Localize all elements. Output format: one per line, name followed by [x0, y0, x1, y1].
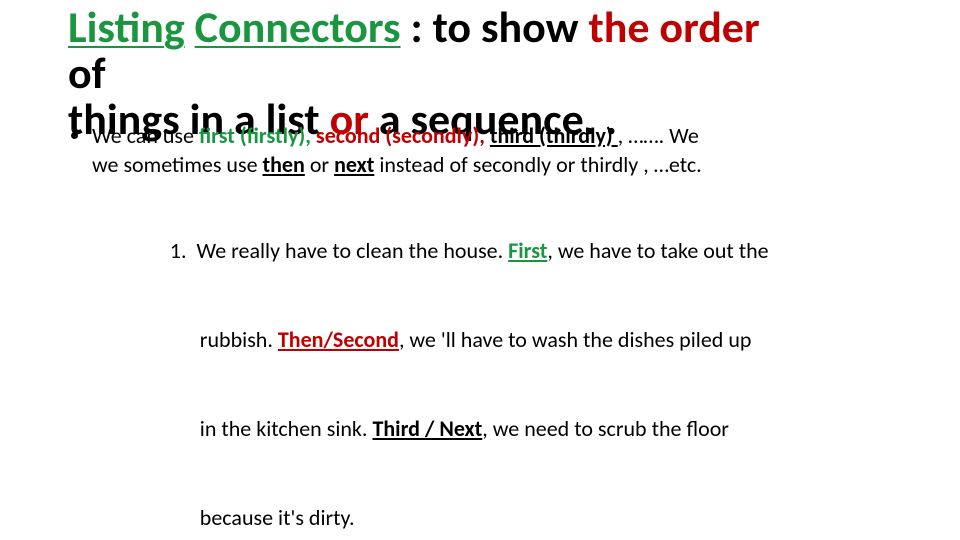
ex-then: Then/Second	[278, 326, 399, 353]
example-line-2: rubbish. Then/Second, we 'll have to was…	[130, 295, 900, 384]
ex-l4: because it's dirty.	[200, 504, 355, 531]
title-colon: :	[410, 0, 432, 54]
bullet-l2a: we sometimes use	[92, 151, 263, 178]
ex-l2a: rubbish.	[200, 326, 278, 353]
bullet-tail1: , ……. We	[618, 122, 699, 149]
bullet-l2c: instead of secondly or thirdly , …etc.	[379, 151, 701, 178]
example-line-4: because it's dirty.	[130, 473, 900, 540]
ex-l2b: , we 'll have to wash the dishes piled u…	[399, 326, 752, 353]
ex-l3b: , we need to scrub the floor	[482, 415, 729, 442]
title-the-order: the order	[588, 0, 759, 54]
bullet-third: third (thirdly)	[490, 122, 618, 149]
ex-first: First	[508, 237, 547, 264]
ex-third: Third / Next	[372, 415, 482, 442]
list-item: We can use first (firstly), second (seco…	[92, 121, 900, 180]
bullet-next: next	[334, 151, 374, 178]
ex-l1b: , we have to take out the	[547, 237, 768, 264]
bullet-then: then	[263, 151, 305, 178]
ex-l3a: in the kitchen sink.	[200, 415, 373, 442]
body-text: We can use first (firstly), second (seco…	[60, 121, 900, 540]
example-line-1: 1. We really have to clean the house. Fi…	[130, 206, 900, 295]
bullet-first: first (firstly),	[199, 122, 316, 149]
bullet-second: second (secondly),	[316, 122, 490, 149]
title-word-connectors: Connectors	[195, 0, 401, 54]
bullet-l2b: or	[310, 151, 334, 178]
bullet-a: We can use	[92, 122, 199, 149]
title-to-show: to show	[433, 0, 589, 54]
bullet-list: We can use first (firstly), second (seco…	[70, 121, 900, 180]
slide: Listing Connectors : to show the order o…	[0, 0, 960, 540]
ex-l1a: 1. We really have to clean the house.	[170, 237, 508, 264]
example-block: 1. We really have to clean the house. Fi…	[70, 206, 900, 540]
example-line-3: in the kitchen sink. Third / Next, we ne…	[130, 384, 900, 473]
